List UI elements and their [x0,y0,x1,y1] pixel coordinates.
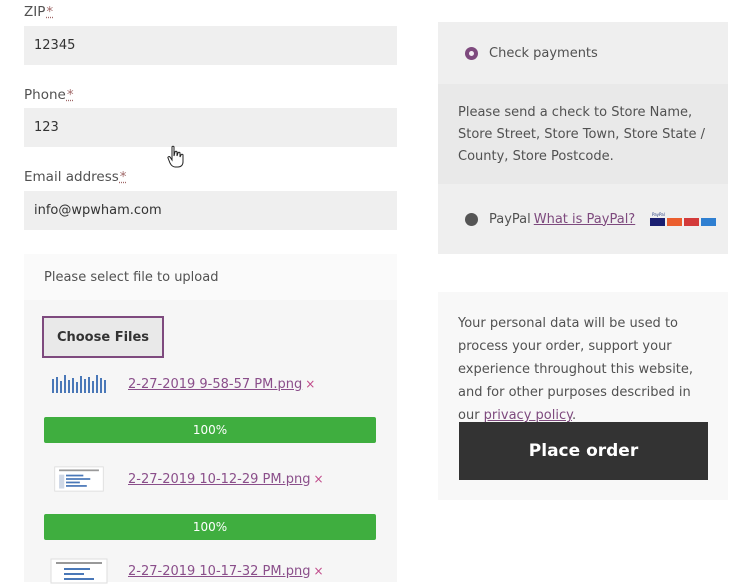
check-payment-description: Please send a check to Store Name, Store… [438,84,728,184]
required-mark: * [66,87,74,103]
file-link[interactable]: 2-27-2019 10-12-29 PM.png [128,472,310,487]
file-item: 2-27-2019 10-12-29 PM.png × [42,466,324,492]
file-item: 2-27-2019 9-58-57 PM.png × [42,371,315,397]
privacy-policy-link[interactable]: privacy policy [484,408,572,423]
progress-label: 100% [192,520,228,534]
paypal-cards-icon: PayPal [650,212,717,226]
zip-field[interactable]: 12345 [24,26,397,65]
file-item: 2-27-2019 10-17-32 PM.png × [42,558,324,584]
payment-methods: Check payments Please send a check to St… [438,22,728,254]
required-mark: * [119,169,127,185]
zip-value: 12345 [34,38,76,53]
file-thumbnail-icon [50,558,108,584]
place-order-button[interactable]: Place order [459,422,708,480]
progress-bar: 100% [44,514,376,540]
zip-label-text: ZIP [24,4,46,20]
file-upload-section: Please select file to upload Choose File… [24,254,397,584]
file-link[interactable]: 2-27-2019 10-17-32 PM.png [128,564,310,579]
radio-selected-icon[interactable] [465,46,478,60]
what-is-paypal-link[interactable]: What is PayPal? [534,212,635,227]
hand-cursor-icon [167,145,184,168]
progress-bar: 100% [44,417,376,443]
email-label-text: Email address [24,169,119,185]
remove-file-icon[interactable]: × [313,472,323,486]
radio-unselected-icon[interactable] [465,212,478,226]
zip-label: ZIP* [24,4,53,20]
file-thumbnail-icon [52,375,106,393]
svg-text:PayPal: PayPal [652,212,665,217]
email-label: Email address* [24,169,127,185]
privacy-period: . [571,408,577,423]
check-payments-label: Check payments [489,45,598,61]
phone-label: Phone* [24,87,74,103]
progress-label: 100% [192,423,228,437]
upload-heading: Please select file to upload [24,254,397,300]
remove-file-icon[interactable]: × [313,564,323,578]
phone-value: 123 [34,120,59,135]
email-field[interactable]: info@wpwham.com [24,191,397,230]
phone-field[interactable]: 123 [24,108,397,147]
required-mark: * [46,4,54,20]
paypal-label: PayPal [489,211,531,227]
file-thumbnail-icon [54,466,104,492]
upload-body: Choose Files 2-27-2019 9-58-57 PM.png × … [24,300,397,584]
remove-file-icon[interactable]: × [305,377,315,391]
file-link[interactable]: 2-27-2019 9-58-57 PM.png [128,377,302,392]
payment-option-paypal[interactable]: PayPal What is PayPal? PayPal [438,184,728,254]
privacy-notice: Your personal data will be used to proce… [438,292,728,500]
payment-option-check[interactable]: Check payments [438,22,728,84]
choose-files-button[interactable]: Choose Files [42,316,164,358]
email-value: info@wpwham.com [34,203,162,218]
privacy-text: Your personal data will be used to proce… [458,316,694,423]
phone-label-text: Phone [24,87,66,103]
